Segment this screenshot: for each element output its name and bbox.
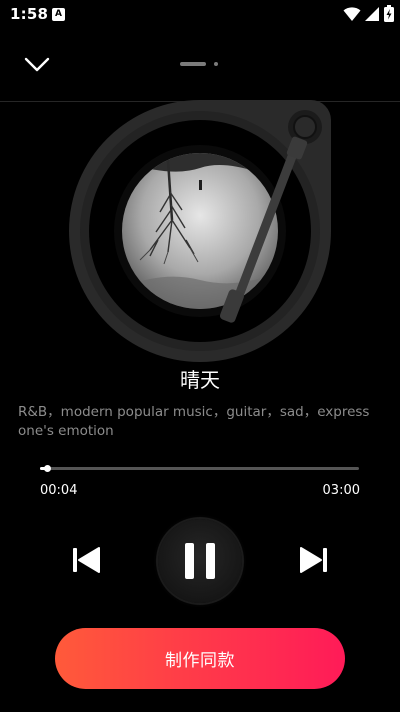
status-time: 1:58 [10,5,49,23]
notification-a-icon: A [52,8,65,21]
chevron-down-icon [24,57,50,72]
current-time: 00:04 [40,483,78,498]
battery-charging-icon [384,5,394,22]
make-same-button[interactable]: 制作同款 [55,628,345,689]
page-indicator [180,62,218,66]
song-description: R&B，modern popular music，guitar，sad，expr… [18,404,370,439]
previous-track-button[interactable] [68,544,104,576]
progress-thumb[interactable] [44,465,52,472]
song-title: 晴天 [180,368,220,392]
skip-previous-icon [73,547,100,573]
skip-next-icon [300,547,327,573]
signal-icon [365,6,379,21]
page-indicator-active [180,62,206,66]
total-time: 03:00 [322,483,360,498]
page-indicator-inactive [214,62,218,66]
status-icons [343,5,394,22]
progress-bar[interactable] [40,465,359,472]
turntable-artwork [0,100,400,370]
collapse-button[interactable] [22,52,52,76]
make-same-label: 制作同款 [165,651,235,671]
wifi-icon [343,6,361,21]
next-track-button[interactable] [296,544,332,576]
pause-button[interactable] [158,519,242,603]
status-bar: 1:58 A [0,0,400,30]
